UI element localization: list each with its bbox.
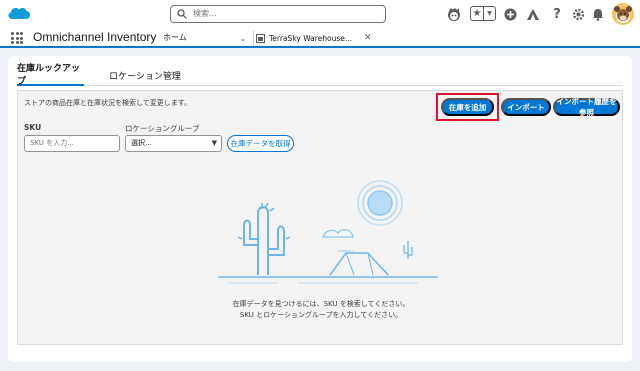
favorites-button[interactable]: ★ ▼ [470, 6, 496, 21]
import-history-button[interactable]: インポート履歴を参照 [553, 97, 620, 117]
help-icon[interactable]: ? [549, 6, 565, 22]
gear-icon[interactable] [570, 6, 586, 22]
location-group-value: 選択... [131, 139, 152, 147]
empty-state-message-line1: 在庫データを見つけるには、SKU を検索してください。 [232, 300, 410, 308]
star-icon[interactable]: ★ [471, 7, 484, 20]
fetch-inventory-button[interactable]: 在庫データを取得 [227, 135, 294, 152]
panel-description: ストアの商品在庫と在庫状況を検索して変更します。 [24, 99, 192, 107]
tab-inventory-lookup-label: 在庫ルックアップ [17, 64, 81, 87]
global-search-input[interactable]: 検索... [170, 5, 386, 23]
nav-divider [253, 31, 254, 45]
inventory-lookup-panel: ストアの商品在庫と在庫状況を検索して変更します。 在庫を追加 インポート インポ… [17, 90, 623, 345]
sku-label: SKU [24, 123, 42, 132]
app-launcher-icon[interactable] [11, 32, 23, 44]
global-create-icon[interactable] [502, 6, 518, 22]
inventory-card: 在庫ルックアップ ロケーション管理 ストアの商品在庫と在庫状況を検索して変更しま… [8, 56, 632, 362]
tab-location-management-label: ロケーション管理 [109, 71, 181, 82]
page-tabs: 在庫ルックアップ ロケーション管理 [17, 64, 623, 87]
einstein-icon[interactable] [446, 6, 462, 22]
app-navigation-bar: Omnichannel Inventory ホーム ⌄ TerraSky War… [0, 28, 640, 48]
notification-bell-icon[interactable] [590, 6, 606, 22]
nav-tab-warehouse[interactable]: TerraSky Warehouse... ✕ [256, 28, 374, 48]
workspace-icon [256, 33, 265, 43]
location-group-label: ロケーショングループ [125, 124, 200, 133]
app-name: Omnichannel Inventory [33, 30, 157, 44]
import-button[interactable]: インポート [501, 98, 551, 116]
user-avatar[interactable] [612, 3, 634, 25]
tab-inventory-lookup[interactable]: 在庫ルックアップ [17, 64, 84, 87]
empty-state-message-line2: SKU とロケーショングループを入力してください。 [239, 311, 403, 319]
tab-location-management[interactable]: ロケーション管理 [105, 64, 185, 86]
empty-state-desert-illustration [218, 180, 438, 284]
chevron-down-icon: ▼ [211, 139, 217, 147]
sku-input-placeholder: SKU を入力... [30, 139, 74, 147]
close-tab-icon[interactable]: ✕ [364, 33, 374, 43]
search-icon [177, 9, 187, 19]
trailhead-icon[interactable] [525, 6, 541, 22]
location-group-select[interactable]: 選択... ▼ [125, 135, 222, 152]
nav-tab-home-menu[interactable]: ⌄ [236, 28, 250, 48]
add-inventory-button[interactable]: 在庫を追加 [441, 98, 494, 116]
sku-input[interactable]: SKU を入力... [24, 135, 120, 152]
chevron-down-icon[interactable]: ▼ [484, 10, 495, 17]
nav-tab-warehouse-label: TerraSky Warehouse... [269, 33, 353, 43]
global-header: 検索... ★ ▼ ? [0, 0, 640, 28]
chevron-down-icon: ⌄ [239, 33, 247, 43]
search-placeholder: 検索... [193, 9, 217, 18]
salesforce-logo[interactable] [8, 4, 30, 22]
